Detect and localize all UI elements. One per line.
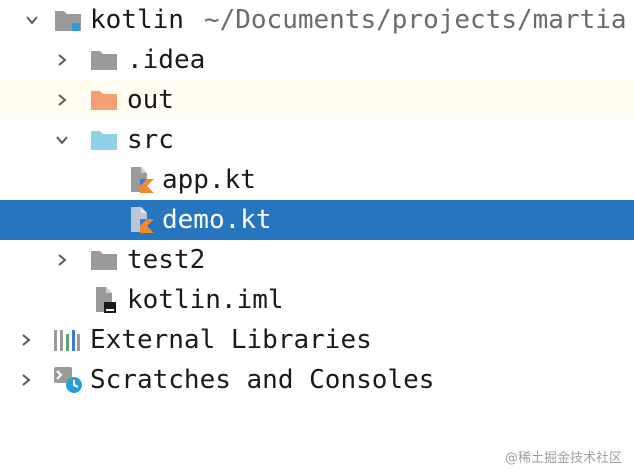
tree-row-idea[interactable]: .idea	[0, 40, 634, 80]
tree-label-demo-kt: demo.kt	[162, 205, 272, 235]
tree-label-kotlin-iml: kotlin.iml	[127, 285, 284, 315]
watermark: @稀土掘金技术社区	[504, 451, 622, 466]
kotlin-file-icon	[129, 200, 155, 240]
module-folder-icon	[54, 0, 82, 40]
tree-row-external-libraries[interactable]: External Libraries	[0, 320, 634, 360]
tree-label-out: out	[127, 85, 174, 115]
tree-label-src: src	[127, 125, 174, 155]
project-path: ~/Documents/projects/martia	[203, 5, 627, 35]
kotlin-file-icon	[129, 160, 155, 200]
chevron-right-icon[interactable]	[48, 80, 76, 120]
tree-row-src[interactable]: src	[0, 120, 634, 160]
tree-label-test2: test2	[127, 245, 206, 275]
excluded-folder-icon	[90, 80, 118, 120]
chevron-right-icon[interactable]	[12, 320, 40, 360]
tree-row-demo-kt[interactable]: demo.kt	[0, 200, 634, 240]
tree-row-app-kt[interactable]: app.kt	[0, 160, 634, 200]
tree-row-kotlin-iml[interactable]: kotlin.iml	[0, 280, 634, 320]
scratches-icon	[52, 360, 84, 400]
tree-label-external-libraries: External Libraries	[90, 325, 372, 355]
tree-row-out[interactable]: out	[0, 80, 634, 120]
libraries-icon	[52, 320, 82, 360]
chevron-right-icon[interactable]	[12, 360, 40, 400]
tree-label-kotlin: kotlin	[90, 5, 184, 35]
tree-label-app-kt: app.kt	[162, 165, 256, 195]
tree-row-kotlin[interactable]: kotlin ~/Documents/projects/martia	[0, 0, 634, 40]
folder-icon	[90, 40, 118, 80]
tree-row-scratches[interactable]: Scratches and Consoles	[0, 360, 634, 400]
chevron-down-icon[interactable]	[48, 120, 76, 160]
project-tree: kotlin ~/Documents/projects/martia .idea …	[0, 0, 634, 400]
tree-label-idea: .idea	[127, 45, 206, 75]
iml-file-icon	[92, 280, 118, 320]
chevron-right-icon[interactable]	[48, 240, 76, 280]
tree-label-scratches: Scratches and Consoles	[90, 365, 435, 395]
chevron-down-icon[interactable]	[18, 0, 46, 40]
tree-row-test2[interactable]: test2	[0, 240, 634, 280]
source-folder-icon	[90, 120, 118, 160]
chevron-right-icon[interactable]	[48, 40, 76, 80]
folder-icon	[90, 240, 118, 280]
